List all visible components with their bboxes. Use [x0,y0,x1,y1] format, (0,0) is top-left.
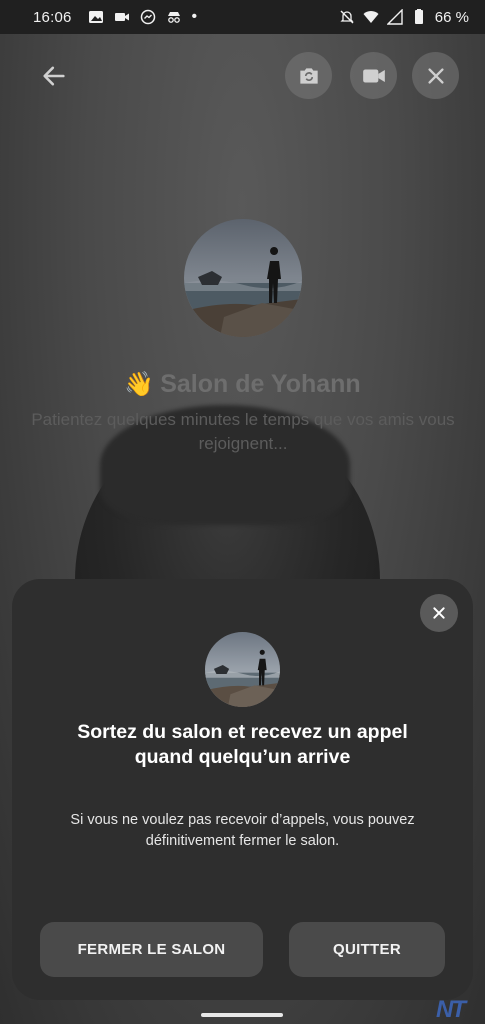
flip-camera-button[interactable] [285,52,332,99]
signal-icon [386,9,403,25]
close-call-button[interactable] [412,52,459,99]
room-host-avatar [184,219,302,337]
wave-emoji: 👋 [124,371,155,398]
sheet-host-avatar [205,632,280,707]
battery-icon [414,9,423,24]
close-icon [433,607,445,619]
status-bar: 16:06 • 66 % [0,0,485,34]
messenger-icon [140,9,155,25]
room-subtitle: Patientez quelques minutes le temps que … [31,410,455,453]
mute-icon [340,10,354,24]
battery-percent: 66 % [434,8,469,26]
arrow-back-icon [43,66,65,86]
back-button[interactable] [34,56,74,96]
status-time: 16:06 [33,8,72,26]
gallery-icon [88,11,103,23]
notification-dot-icon: • [191,8,198,25]
video-toggle-button[interactable] [350,52,397,99]
home-indicator[interactable] [201,1013,283,1017]
close-icon [427,67,444,84]
sheet-title: Sortez du salon et recevez un appel quan… [77,721,408,768]
video-icon [114,13,129,21]
watermark-logo: NT [436,996,466,1023]
close-room-button[interactable]: FERMER LE SALON [40,922,263,977]
wifi-icon [363,11,379,23]
room-title-text: Salon de Yohann [160,370,361,398]
incognito-icon [167,12,180,23]
room-title: 👋 Salon de Yohann [0,370,485,399]
sheet-close-button[interactable] [420,594,458,632]
video-camera-icon [362,69,385,82]
sheet-body: Si vous ne voulez pas recevoir d’appels,… [70,812,415,849]
messenger-room-screen: 16:06 • 66 % 👋 Salon de Yohann Patientez… [0,0,485,1024]
camera-flip-icon [299,67,318,84]
quit-button[interactable]: QUITTER [289,922,445,977]
